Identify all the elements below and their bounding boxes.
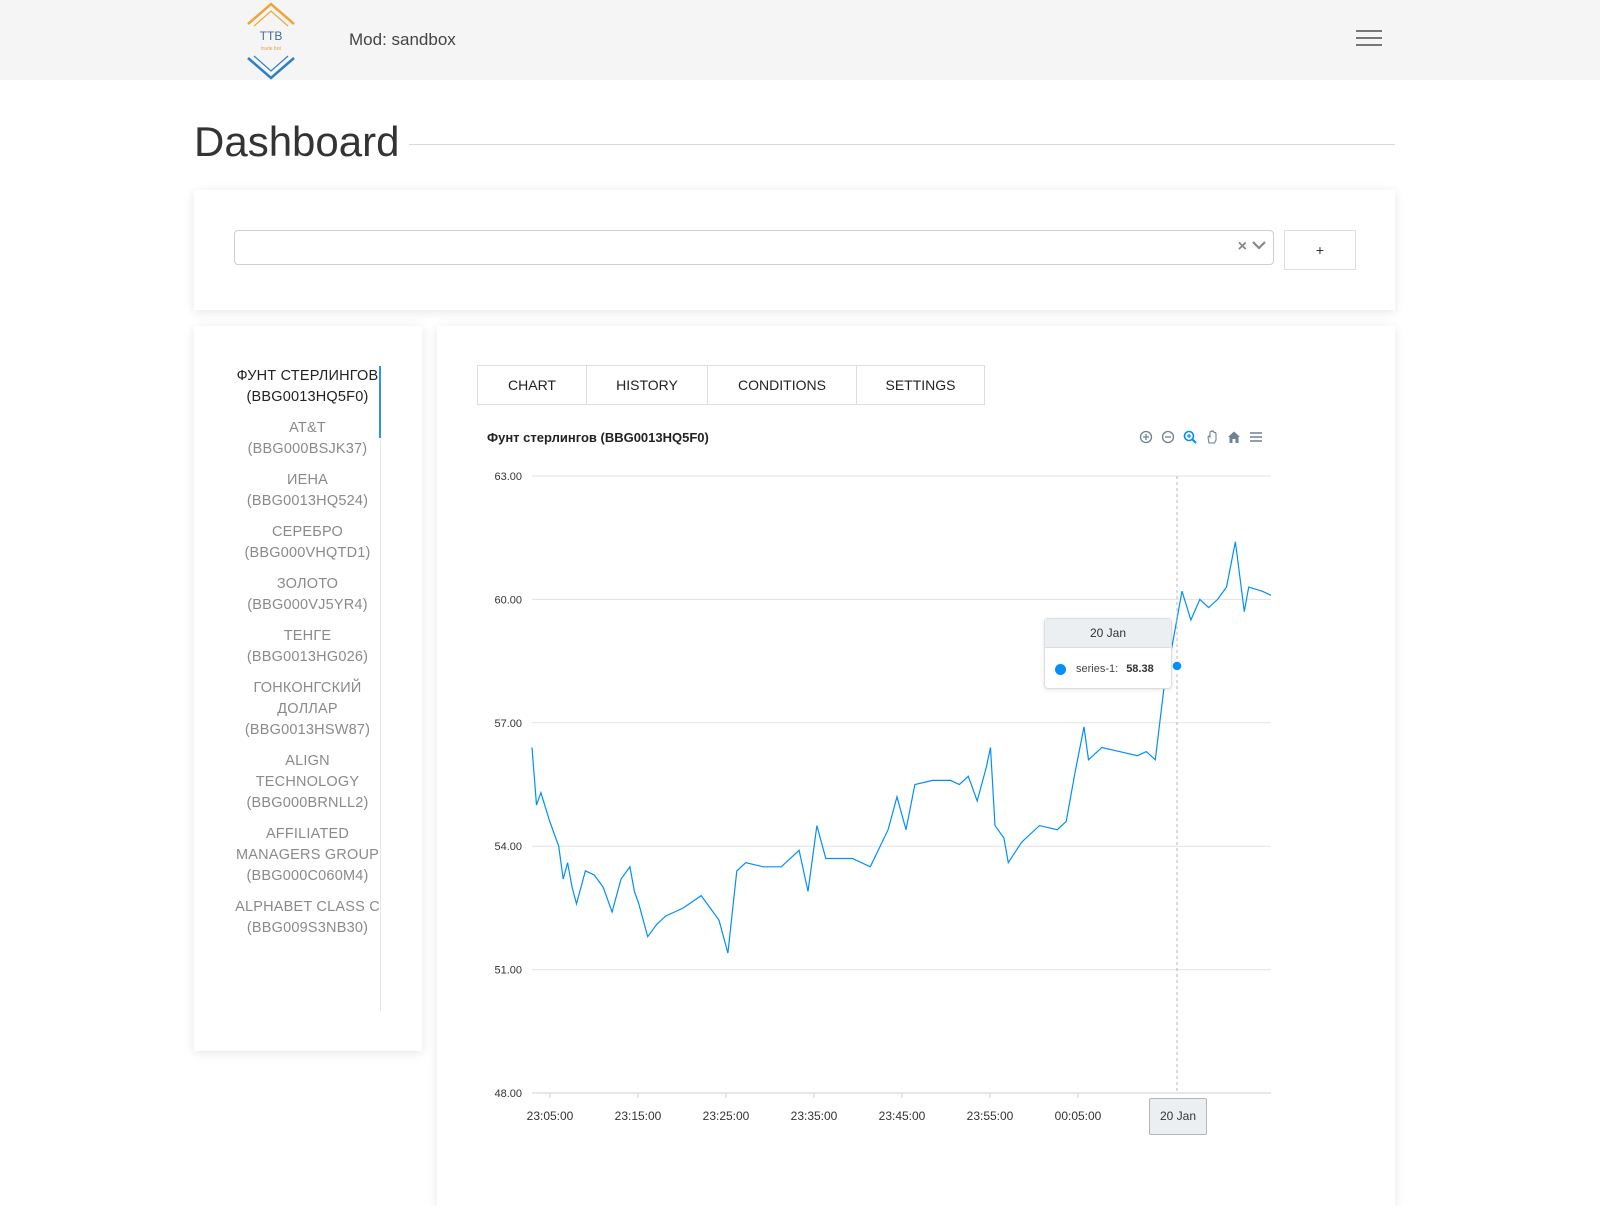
instrument-item[interactable]: ФУНТ СТЕРЛИНГОВ (BBG0013HQ5F0) xyxy=(234,366,381,408)
x-tick-label: 23:05:00 xyxy=(527,1109,574,1123)
x-tick-label: 23:45:00 xyxy=(879,1109,926,1123)
x-tick-label: 23:15:00 xyxy=(615,1109,662,1123)
y-tick-label: 60.00 xyxy=(494,594,522,606)
x-tick-label: 23:25:00 xyxy=(703,1109,750,1123)
instrument-list-card: ФУНТ СТЕРЛИНГОВ (BBG0013HQ5F0) AT&T (BBG… xyxy=(194,326,422,1051)
instrument-item[interactable]: ALIGN TECHNOLOGY (BBG000BRNLL2) xyxy=(234,751,381,814)
instrument-item[interactable]: ALPHABET CLASS C (BBG009S3NB30) xyxy=(234,897,381,939)
hover-marker xyxy=(1171,660,1183,672)
chart-card: CHART HISTORY CONDITIONS SETTINGS Фунт с… xyxy=(437,326,1395,1206)
tooltip-title: 20 Jan xyxy=(1045,619,1171,648)
page-title: Dashboard xyxy=(194,118,400,165)
series-1-line xyxy=(531,541,1272,954)
tooltip-value: 58.38 xyxy=(1126,663,1154,675)
y-tick-label: 63.00 xyxy=(494,471,522,483)
instrument-item[interactable]: AFFILIATED MANAGERS GROUP (BBG000C060M4) xyxy=(234,824,381,887)
instrument-item[interactable]: ТЕНГЕ (BBG0013HG026) xyxy=(234,626,381,668)
chart-tooltip: 20 Jan series-1: 58.38 xyxy=(1044,618,1172,689)
y-tick-label: 51.00 xyxy=(494,965,522,977)
instrument-item[interactable]: ИЕНА (BBG0013HQ524) xyxy=(234,470,381,512)
price-chart[interactable]: 63.00 60.00 57.00 54.00 51.00 48.00 23:05:00 23… xyxy=(437,326,1395,1166)
instrument-item[interactable]: AT&T (BBG000BSJK37) xyxy=(234,418,381,460)
tooltip-series-label: series-1: xyxy=(1076,663,1119,675)
x-tick-label: 23:35:00 xyxy=(791,1109,838,1123)
mode-label: Mod: sandbox xyxy=(349,30,456,49)
x-tick-label: 00:05:00 xyxy=(1055,1109,1102,1123)
chevron-down-icon[interactable] xyxy=(1251,237,1267,253)
tooltip-row: series-1: 58.38 xyxy=(1055,663,1154,675)
add-instrument-button[interactable]: + xyxy=(1284,230,1356,270)
instrument-select[interactable]: × xyxy=(234,230,1274,265)
instrument-item[interactable]: СЕРЕБРО (BBG000VHQTD1) xyxy=(234,522,381,564)
instrument-select-card: × + xyxy=(194,190,1395,310)
instrument-item[interactable]: ГОНКОНГСКИЙ ДОЛЛАР (BBG0013HSW87) xyxy=(234,678,381,741)
y-tick-label: 57.00 xyxy=(494,718,522,730)
logo-subtext: trade bot xyxy=(261,46,281,52)
series-color-dot xyxy=(1055,663,1066,675)
clear-icon[interactable]: × xyxy=(1238,238,1247,256)
instrument-list: ФУНТ СТЕРЛИНГОВ (BBG0013HQ5F0) AT&T (BBG… xyxy=(234,366,381,949)
x-tick-label: 23:55:00 xyxy=(967,1109,1014,1123)
top-bar: TTB trade bot Mod: sandbox xyxy=(0,0,1600,80)
ttb-logo[interactable]: TTB trade bot xyxy=(246,2,296,80)
y-tick-label: 48.00 xyxy=(494,1088,522,1100)
title-divider xyxy=(409,144,1395,145)
instrument-item[interactable]: ЗОЛОТО (BBG000VJ5YR4) xyxy=(234,574,381,616)
x-axis-tooltip: 20 Jan xyxy=(1149,1098,1207,1135)
hamburger-menu-icon[interactable] xyxy=(1356,30,1382,50)
y-tick-label: 54.00 xyxy=(494,841,522,853)
logo-text: TTB xyxy=(259,29,283,43)
